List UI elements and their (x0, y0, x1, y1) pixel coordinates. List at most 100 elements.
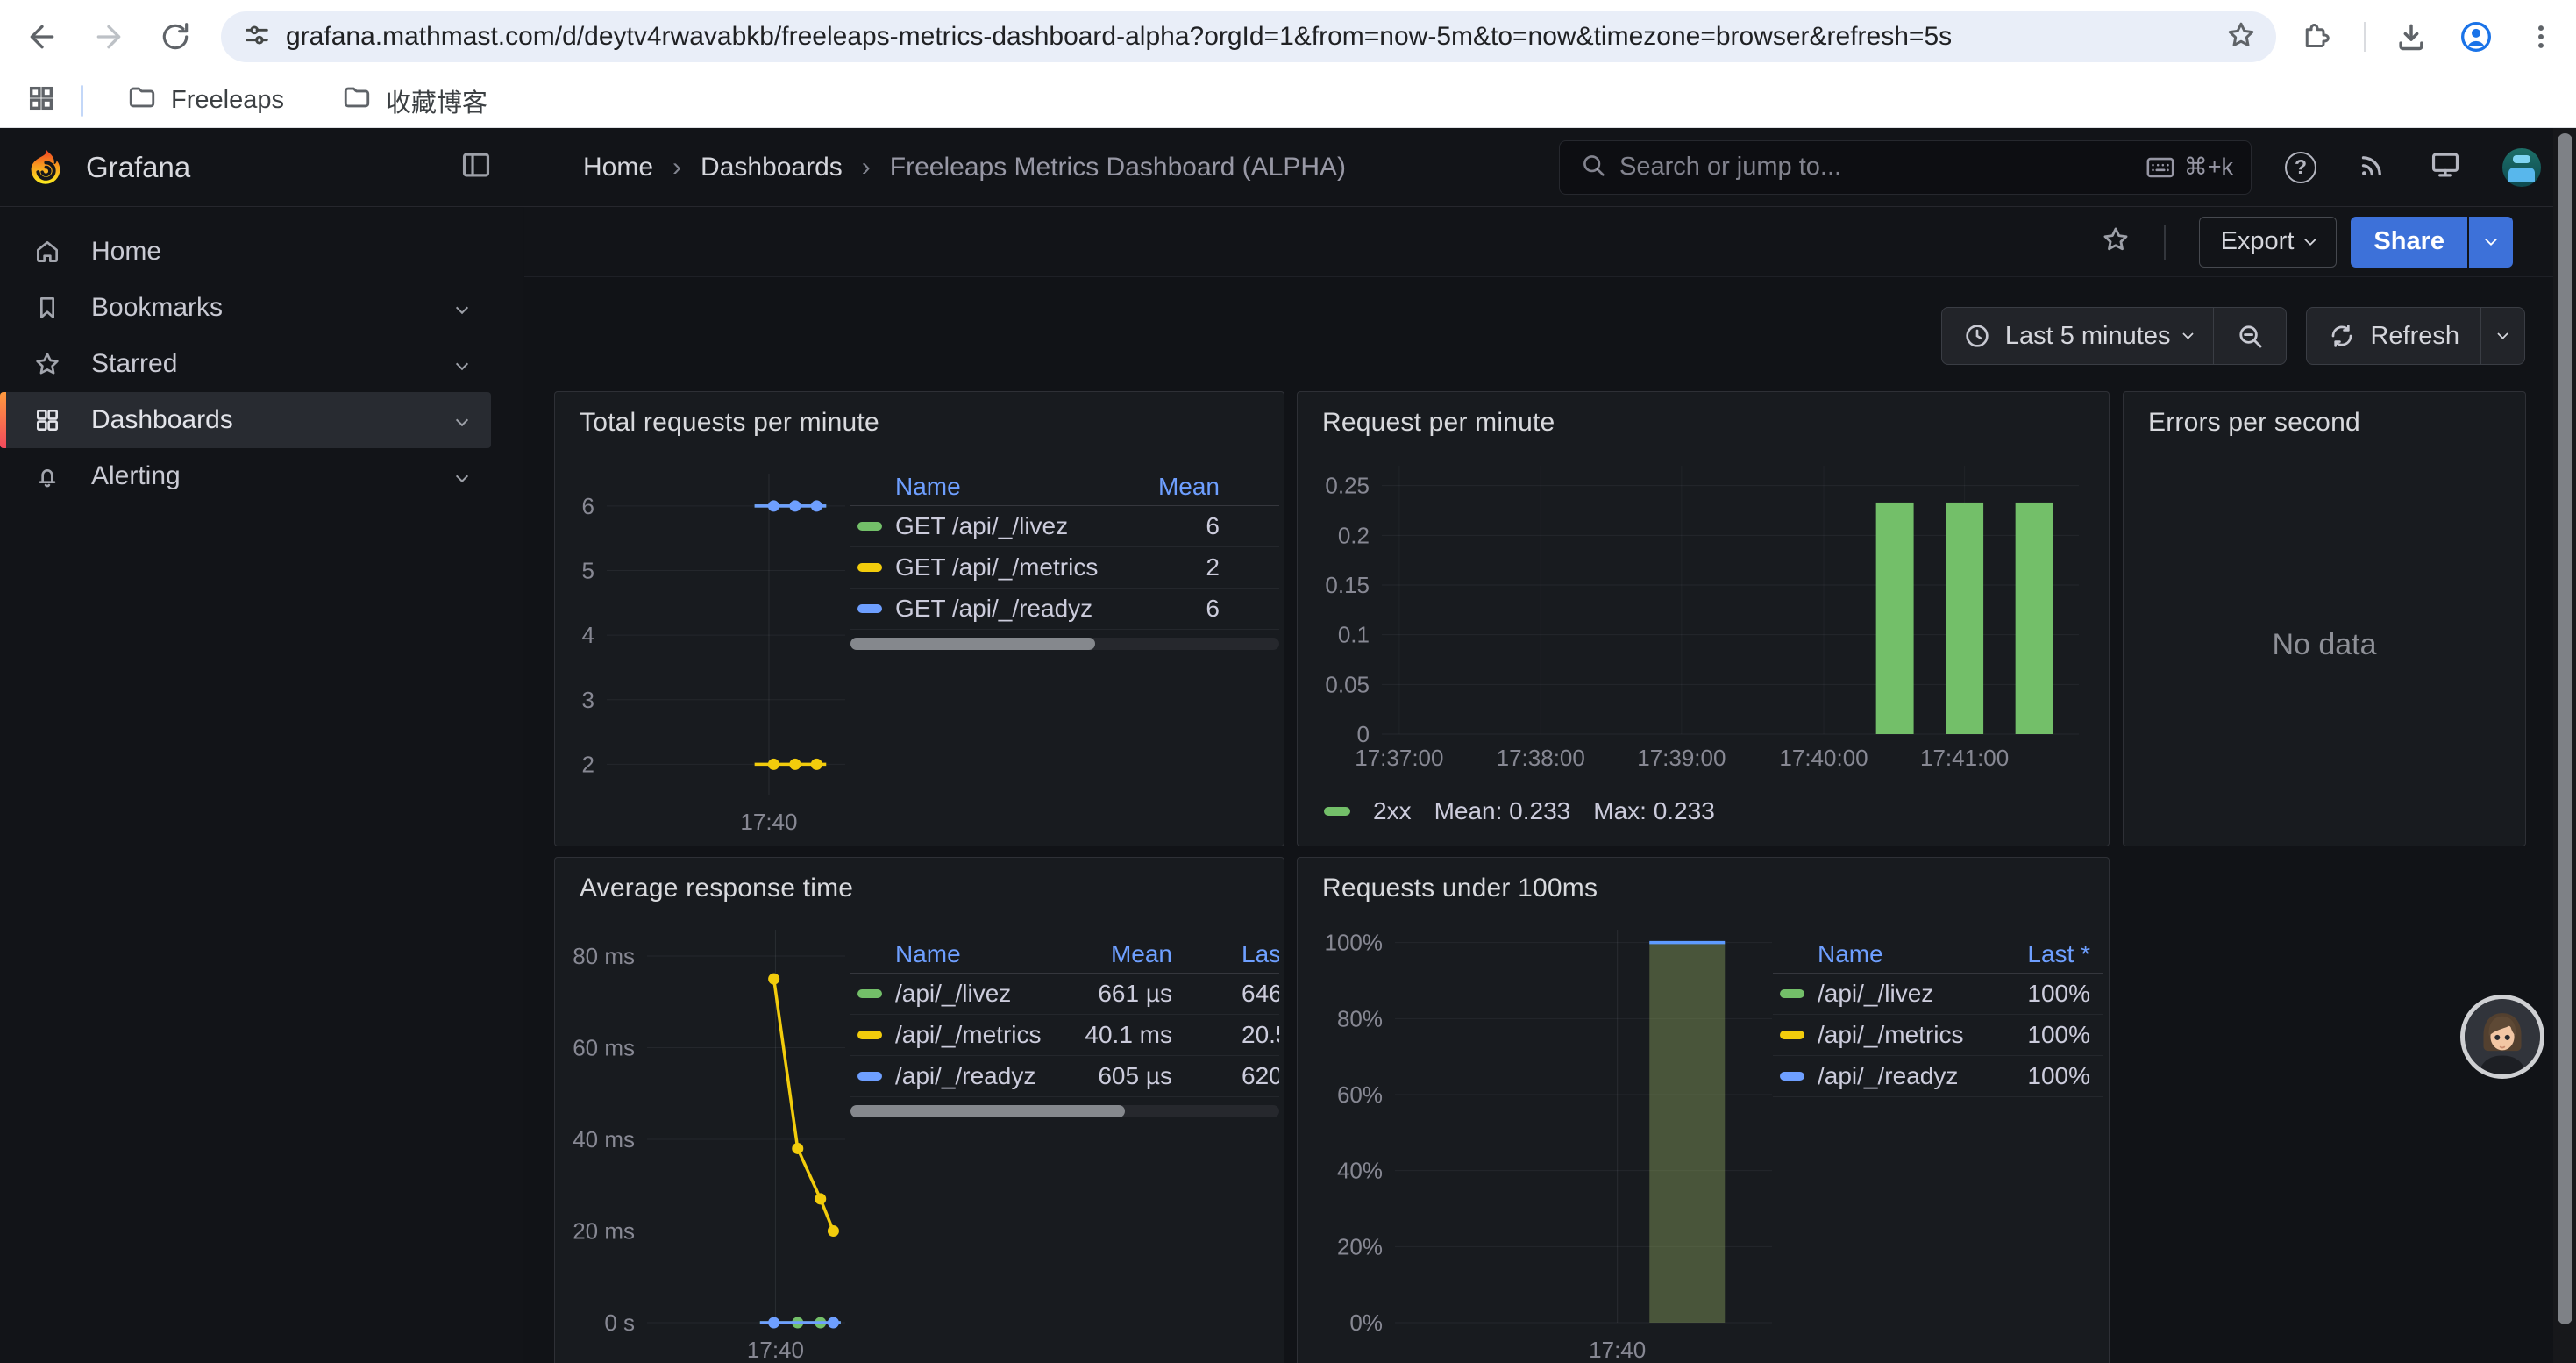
chevron-down-icon[interactable] (456, 414, 468, 426)
bell-icon (33, 462, 61, 490)
time-range-picker[interactable]: Last 5 minutes (1942, 308, 2214, 364)
dashboard-subheader: Export Share (524, 207, 2553, 277)
svg-text:3: 3 (582, 687, 594, 713)
bookmark-star-icon[interactable] (2225, 19, 2257, 55)
legend-header-last[interactable]: Las (1242, 940, 1279, 968)
folder-icon (127, 82, 157, 119)
svg-text:80%: 80% (1337, 1005, 1383, 1031)
browser-window: Freeleaps 收藏博客 Grafana Home › Das (0, 0, 2576, 1363)
bookmark-label: Freeleaps (171, 86, 284, 115)
legend-header-mean[interactable]: Mean (1111, 940, 1172, 968)
series-name[interactable]: GET /api/_/metrics (895, 553, 1279, 582)
bookmark-folder-blogs[interactable]: 收藏博客 (328, 75, 502, 126)
panel-title[interactable]: Requests under 100ms (1322, 874, 1598, 903)
series-swatch (1780, 1031, 1804, 1039)
chevron-down-icon[interactable] (456, 470, 468, 482)
panel-average-response-time: Average response time 80 ms60 ms40 ms20 … (554, 857, 1284, 1363)
series-swatch (1780, 1072, 1804, 1081)
svg-text:0.2: 0.2 (1338, 522, 1370, 548)
scrollbar-thumb[interactable] (2558, 133, 2572, 1324)
legend-header-last[interactable]: Last * (2027, 940, 2090, 968)
breadcrumb-home[interactable]: Home (583, 153, 653, 182)
legend-scrollbar[interactable] (850, 1105, 1279, 1117)
sidebar-item-starred[interactable]: Starred (0, 336, 491, 392)
reload-button[interactable] (156, 18, 195, 56)
favorite-dashboard-icon[interactable] (2101, 225, 2131, 259)
chevron-down-icon[interactable] (456, 302, 468, 314)
site-settings-icon[interactable] (242, 20, 272, 54)
svg-text:60%: 60% (1337, 1081, 1383, 1108)
back-button[interactable] (23, 18, 61, 56)
user-avatar[interactable] (2502, 148, 2541, 187)
address-bar[interactable] (221, 11, 2276, 62)
chevron-down-icon (2497, 328, 2508, 339)
series-name[interactable]: /api/_/readyz (895, 1062, 1279, 1090)
assistant-avatar-button[interactable] (2460, 995, 2544, 1079)
panel-title[interactable]: Errors per second (2148, 408, 2360, 438)
share-menu-button[interactable] (2469, 217, 2513, 268)
downloads-icon[interactable] (2392, 18, 2430, 56)
news-rss-icon[interactable] (2357, 149, 2388, 185)
chevron-down-icon[interactable] (456, 358, 468, 370)
panel-title[interactable]: Total requests per minute (580, 408, 879, 438)
url-input[interactable] (286, 22, 2225, 52)
bookmarks-bar: Freeleaps 收藏博客 (0, 74, 2576, 128)
panel-title[interactable]: Average response time (580, 874, 853, 903)
forward-button[interactable] (89, 18, 128, 56)
bookmarks-divider (81, 85, 83, 117)
refresh-button[interactable]: Refresh (2307, 308, 2480, 364)
svg-text:100%: 100% (1325, 930, 1384, 956)
legend-row: /api/_/metrics 100% (1773, 1015, 2103, 1056)
sidebar-item-dashboards[interactable]: Dashboards (0, 392, 491, 448)
page-scrollbar[interactable] (2553, 128, 2576, 1363)
sidebar-item-bookmarks[interactable]: Bookmarks (0, 280, 491, 336)
bookmark-folder-freeleaps[interactable]: Freeleaps (113, 75, 298, 126)
requests-under-100ms-chart[interactable]: 100%80%60%40%20%0%17:40 (1312, 913, 1794, 1363)
search-icon (1579, 151, 1607, 183)
breadcrumb-current-page: Freeleaps Metrics Dashboard (ALPHA) (890, 153, 1346, 182)
sidebar-item-home[interactable]: Home (0, 224, 491, 280)
profile-icon[interactable] (2457, 18, 2495, 56)
series-name[interactable]: 2xx (1373, 797, 1412, 825)
breadcrumb-dashboards[interactable]: Dashboards (701, 153, 843, 182)
svg-text:4: 4 (582, 622, 594, 648)
series-name[interactable]: GET /api/_/livez (895, 512, 1279, 540)
search-input[interactable] (1619, 153, 2145, 182)
sidebar: Home Bookmarks Starred Dashboards (0, 208, 523, 1363)
panel-title[interactable]: Request per minute (1322, 408, 1555, 438)
series-last: 620 (1242, 1062, 1279, 1090)
sidebar-item-label: Dashboards (91, 405, 233, 435)
series-last: 100% (2027, 1021, 2090, 1049)
svg-text:0.1: 0.1 (1338, 622, 1370, 648)
legend-scrollbar[interactable] (850, 638, 1279, 650)
series-mean: 661 µs (1098, 980, 1172, 1008)
sidebar-item-alerting[interactable]: Alerting (0, 448, 491, 504)
series-name[interactable]: GET /api/_/readyz (895, 595, 1279, 623)
tv-mode-icon[interactable] (2429, 148, 2462, 186)
help-icon[interactable]: ? (2285, 152, 2316, 183)
legend-header-mean[interactable]: Mean (1158, 473, 1220, 501)
total-requests-chart[interactable]: 6543217:40 (566, 457, 856, 847)
zoom-out-time-button[interactable] (2214, 308, 2286, 364)
toolbar-divider (2364, 22, 2366, 52)
svg-text:17:40: 17:40 (740, 809, 797, 835)
series-mean: 2 (1206, 553, 1220, 582)
legend-row: /api/_/livez 100% (1773, 974, 2103, 1015)
series-mean: 6 (1206, 595, 1220, 623)
time-controls: Last 5 minutes Refresh (524, 307, 2525, 365)
legend-table: Name Mean Las /api/_/livez 661 µs 646 /a… (850, 935, 1279, 1097)
brand-title[interactable]: Grafana (86, 151, 190, 184)
export-button[interactable]: Export (2199, 217, 2338, 268)
series-name[interactable]: /api/_/livez (895, 980, 1279, 1008)
browser-menu-icon[interactable] (2522, 18, 2560, 56)
sidebar-toggle-icon[interactable] (459, 148, 493, 186)
share-button[interactable]: Share (2351, 217, 2467, 268)
request-per-minute-chart[interactable]: 0.250.20.150.10.05017:37:0017:38:0017:39… (1312, 439, 2096, 834)
search-box[interactable]: ⌘+k (1559, 140, 2252, 195)
refresh-interval-button[interactable] (2481, 308, 2524, 364)
average-response-time-chart[interactable]: 80 ms60 ms40 ms20 ms0 s17:40 (566, 913, 856, 1363)
legend-header-name[interactable]: Name (895, 940, 1279, 968)
extensions-icon[interactable] (2299, 18, 2338, 56)
legend-header-name[interactable]: Name (895, 473, 1279, 501)
apps-grid-icon[interactable] (26, 83, 56, 118)
